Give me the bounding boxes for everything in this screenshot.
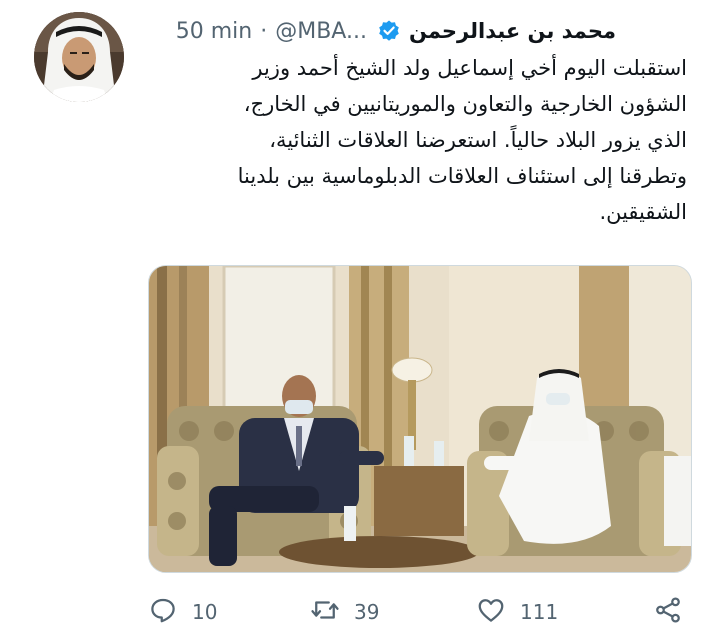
- verified-badge-icon: [377, 19, 401, 43]
- tweet-header: 50 min · @MBA... محمد بن عبدالرحمن: [176, 14, 616, 48]
- tweet-photo[interactable]: [148, 265, 692, 573]
- avatar[interactable]: [34, 12, 124, 102]
- author-handle[interactable]: @MBA...: [275, 19, 367, 44]
- retweet-button[interactable]: 39: [310, 592, 379, 632]
- share-button[interactable]: [653, 592, 683, 632]
- like-button[interactable]: 111: [476, 592, 558, 632]
- tweet-actions: 10 39 111: [148, 592, 690, 632]
- retweet-count: 39: [354, 600, 380, 624]
- tweet-text-line: وتطرقنا إلى استئناف العلاقات الدبلوماسية…: [237, 164, 687, 188]
- tweet-text-line: استقبلت اليوم أخي إسماعيل ولد الشيخ أحمد…: [252, 56, 687, 80]
- separator-dot: ·: [260, 18, 268, 44]
- reply-count: 10: [192, 600, 218, 624]
- retweet-icon: [310, 595, 340, 629]
- tweet-text: استقبلت اليوم أخي إسماعيل ولد الشيخ أحمد…: [127, 50, 687, 230]
- reply-icon: [148, 595, 178, 629]
- like-count: 111: [520, 600, 559, 624]
- reply-button[interactable]: 10: [148, 592, 217, 632]
- tweet-text-line: الشؤون الخارجية والتعاون والموريتانيين ف…: [243, 92, 687, 116]
- tweet-time[interactable]: 50 min: [176, 19, 252, 44]
- tweet[interactable]: 50 min · @MBA... محمد بن عبدالرحمن استقب…: [0, 0, 720, 644]
- tweet-text-line: الشقيقين.: [599, 200, 687, 224]
- share-icon: [653, 595, 683, 629]
- author-name[interactable]: محمد بن عبدالرحمن: [409, 19, 616, 43]
- tweet-text-line: الذي يزور البلاد حالياً. استعرضنا العلاق…: [269, 128, 687, 152]
- heart-icon: [476, 595, 506, 629]
